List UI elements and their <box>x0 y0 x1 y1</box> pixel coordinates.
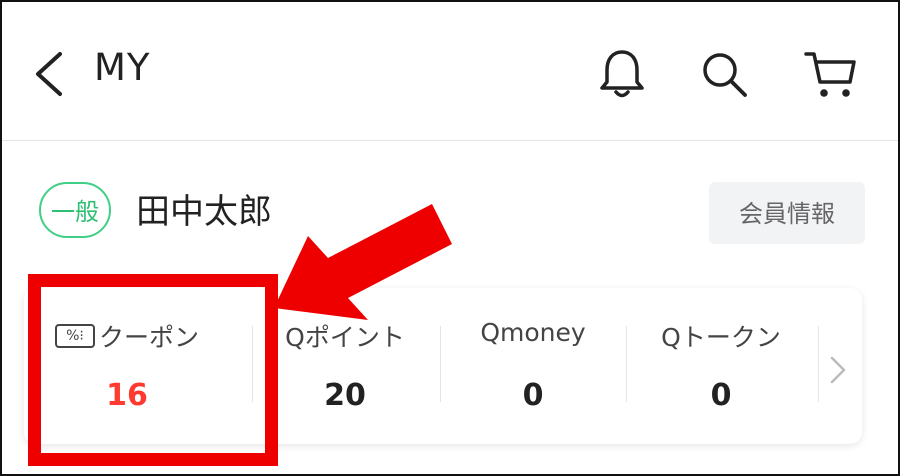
screenshot-frame: MY 一般 田中太郎 会員情報 %⁝ クーポン 16 Qポイント 20 Qmon… <box>0 0 900 476</box>
divider <box>626 326 627 402</box>
page-title: MY <box>94 46 151 89</box>
member-info-button[interactable]: 会員情報 <box>709 182 865 244</box>
arrow-icon <box>274 204 452 320</box>
divider <box>818 326 819 402</box>
member-name: 田中太郎 <box>136 192 272 232</box>
qmoney-stat[interactable]: Qmoney 0 <box>440 318 626 413</box>
qmoney-label: Qmoney <box>480 318 586 347</box>
bell-icon[interactable] <box>594 46 650 102</box>
back-icon[interactable] <box>30 50 66 98</box>
qtoken-stat[interactable]: Qトークン 0 <box>628 318 814 413</box>
cart-icon[interactable] <box>802 46 858 102</box>
qpoint-value: 20 <box>324 378 366 413</box>
qmoney-value: 0 <box>522 378 544 413</box>
search-icon[interactable] <box>696 46 752 102</box>
chevron-right-icon[interactable] <box>826 350 850 390</box>
top-header: MY <box>2 2 898 141</box>
qpoint-stat[interactable]: Qポイント 20 <box>252 318 438 413</box>
highlight-box <box>28 274 278 466</box>
qtoken-label: Qトークン <box>661 323 781 352</box>
qpoint-label: Qポイント <box>285 323 405 352</box>
qtoken-value: 0 <box>710 378 732 413</box>
membership-level-badge: 一般 <box>39 182 111 238</box>
